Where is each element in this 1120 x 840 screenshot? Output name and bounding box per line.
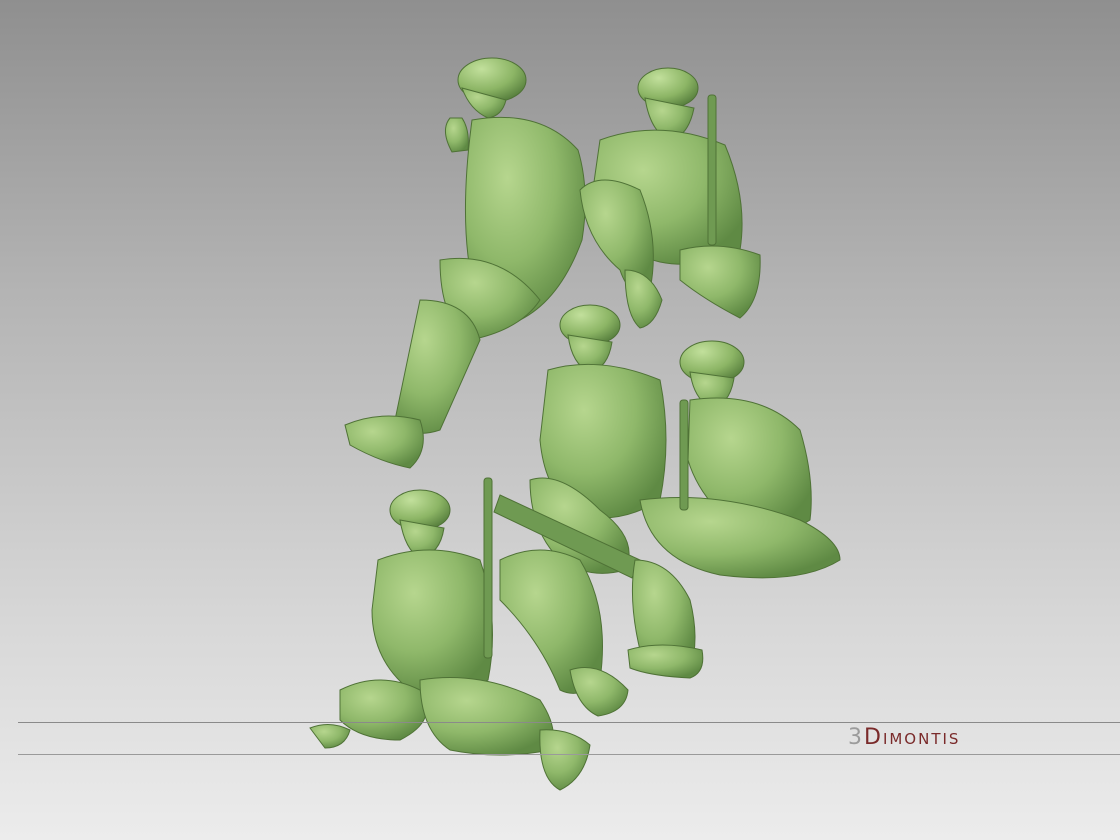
brand-logo: 3Dimontis — [848, 727, 960, 749]
figure-soldier-smg — [579, 67, 761, 329]
logo-number: 3 — [848, 725, 864, 750]
divider-line-top — [18, 722, 1120, 723]
miniature-figures-render — [309, 57, 841, 791]
divider-line-bottom — [18, 754, 1120, 755]
logo-word: Dimontis — [864, 725, 961, 750]
